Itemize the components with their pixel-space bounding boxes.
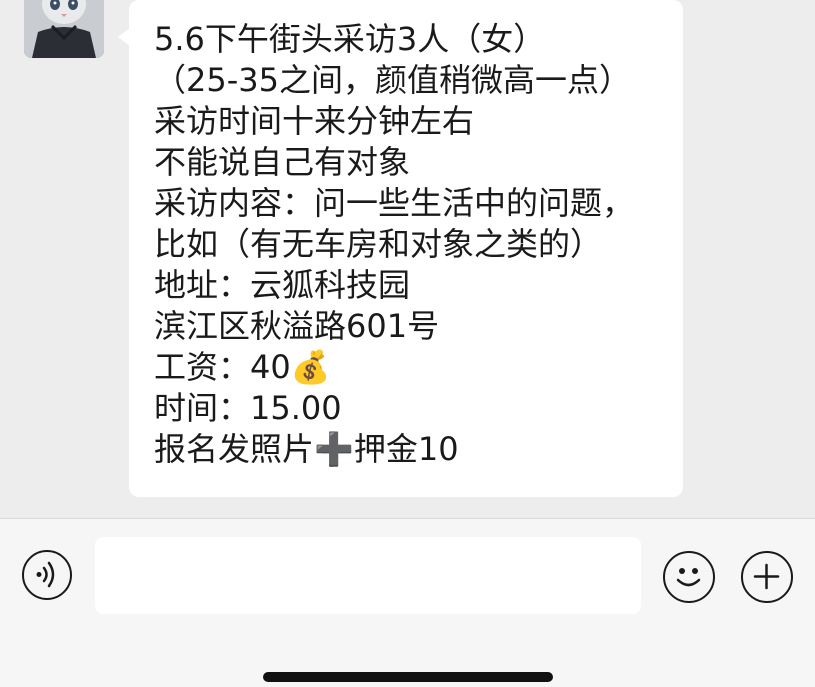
message-line: 比如（有无车房和对象之类的） (154, 225, 603, 263)
chat-input-bar (0, 518, 815, 687)
message-line: 不能说自己有对象 (154, 143, 411, 181)
message-line: 地址：云狐科技园 (154, 266, 411, 304)
home-indicator[interactable] (263, 672, 553, 682)
cat-avatar-icon (24, 0, 104, 58)
message-line: 采访时间十来分钟左右 (154, 102, 475, 140)
message-bubble[interactable]: 5.6下午街头采访3人（女） （25-35之间，颜值稍微高一点） 采访时间十来分… (129, 0, 683, 497)
voice-button[interactable] (22, 550, 72, 600)
plus-icon (753, 563, 780, 590)
message-line: 工资：40💰 (154, 348, 331, 386)
more-button[interactable] (741, 551, 793, 603)
message-line: 时间：15.00 (154, 389, 342, 427)
sender-avatar[interactable] (24, 0, 104, 58)
message-line: 报名发照片➕押金10 (154, 430, 459, 468)
message-line: 采访内容：问一些生活中的问题， (154, 184, 635, 222)
chat-area: 5.6下午街头采访3人（女） （25-35之间，颜值稍微高一点） 采访时间十来分… (0, 0, 815, 518)
emoji-icon (676, 568, 701, 587)
message-input[interactable] (95, 537, 641, 614)
emoji-button[interactable] (663, 551, 715, 603)
voice-icon (36, 561, 55, 588)
message-line: 滨江区秋溢路601号 (154, 307, 440, 345)
message-line: （25-35之间，颜值稍微高一点） (154, 61, 631, 99)
message-line: 5.6下午街头采访3人（女） (154, 20, 546, 58)
